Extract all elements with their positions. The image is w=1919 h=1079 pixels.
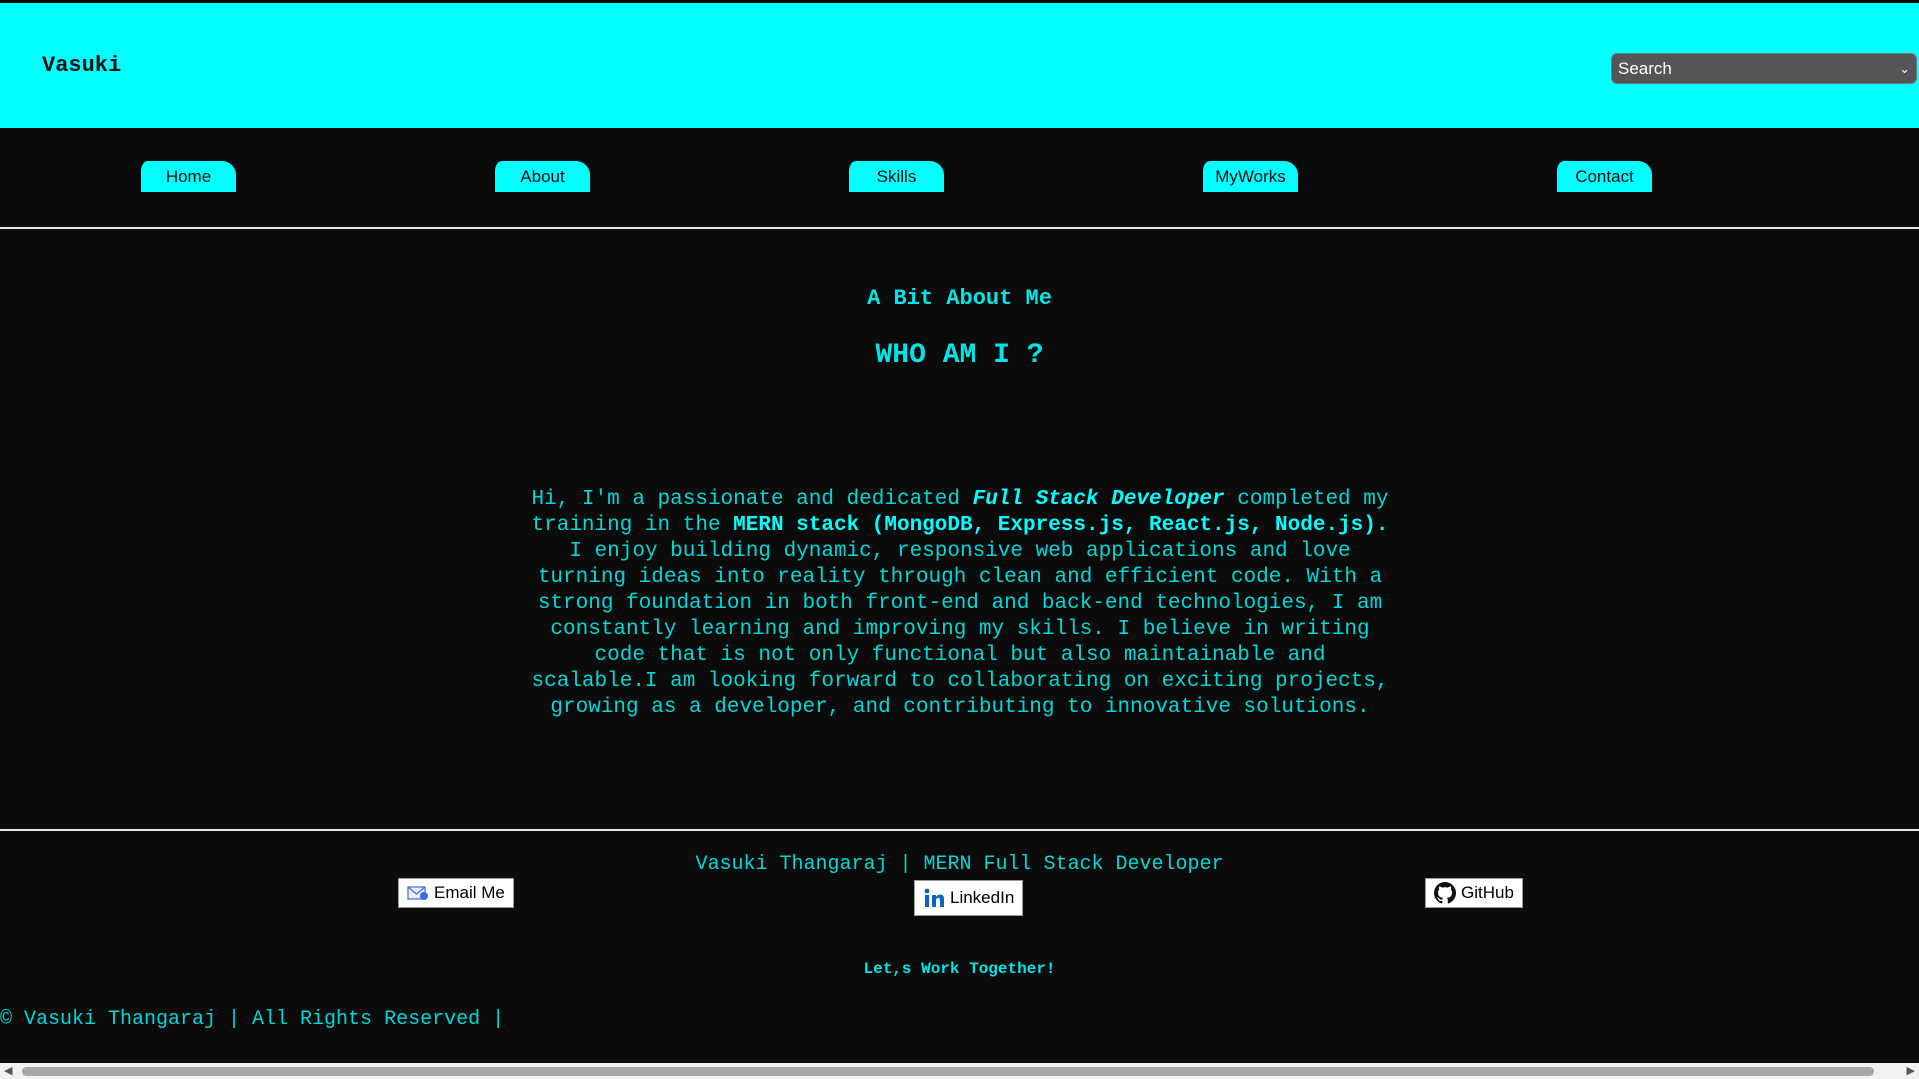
email-button[interactable]: Email Me	[398, 878, 514, 908]
about-paragraph: Hi, I'm a passionate and dedicated Full …	[530, 487, 1390, 721]
section-subtitle: A Bit About Me	[867, 286, 1052, 311]
section-title: WHO AM I ?	[875, 340, 1044, 371]
github-icon	[1434, 882, 1456, 904]
mail-icon	[407, 886, 428, 900]
github-button-label: GitHub	[1461, 883, 1514, 902]
nav-myworks-button[interactable]: MyWorks	[1200, 161, 1298, 195]
chevron-down-icon: ⌄	[1899, 60, 1910, 76]
nav-contact-button[interactable]: Contact	[1554, 161, 1652, 195]
brand-name: Vasuki	[42, 53, 122, 78]
nav-home-button[interactable]: Home	[138, 161, 236, 195]
about-section: A Bit About Me WHO AM I ? Hi, I'm a pass…	[0, 229, 1919, 831]
site-footer: Vasuki Thangaraj | MERN Full Stack Devel…	[0, 831, 1919, 1061]
copyright-text: © Vasuki Thangaraj | All Rights Reserved…	[0, 1008, 505, 1031]
github-button[interactable]: GitHub	[1425, 878, 1523, 908]
footer-cta: Let,s Work Together!	[863, 960, 1056, 978]
about-text-3: I enjoy building dynamic, responsive web…	[531, 540, 1389, 719]
nav-about-button[interactable]: About	[492, 161, 590, 195]
about-stack: MERN stack (MongoDB, Express.js, React.j…	[733, 514, 1389, 537]
linkedin-icon	[924, 888, 944, 907]
linkedin-button[interactable]: LinkedIn	[914, 880, 1024, 916]
main-nav: Home About Skills MyWorks Contact	[0, 128, 1919, 229]
email-button-label: Email Me	[434, 883, 505, 902]
nav-skills-button[interactable]: Skills	[846, 161, 944, 195]
linkedin-button-label: LinkedIn	[950, 888, 1015, 907]
scrollbar-thumb[interactable]	[22, 1067, 1874, 1076]
about-role: Full Stack Developer	[972, 488, 1225, 511]
search-select-value: Search	[1618, 58, 1672, 78]
horizontal-scrollbar[interactable]: ◀ ▶	[0, 1063, 1919, 1079]
site-header: Vasuki Search ⌄	[0, 3, 1919, 128]
search-select[interactable]: Search ⌄	[1611, 53, 1917, 84]
scroll-left-icon[interactable]: ◀	[4, 1064, 12, 1077]
scroll-right-icon[interactable]: ▶	[1907, 1064, 1915, 1077]
footer-name-line: Vasuki Thangaraj | MERN Full Stack Devel…	[695, 853, 1224, 876]
about-text-1: Hi, I'm a passionate and dedicated	[531, 488, 973, 511]
